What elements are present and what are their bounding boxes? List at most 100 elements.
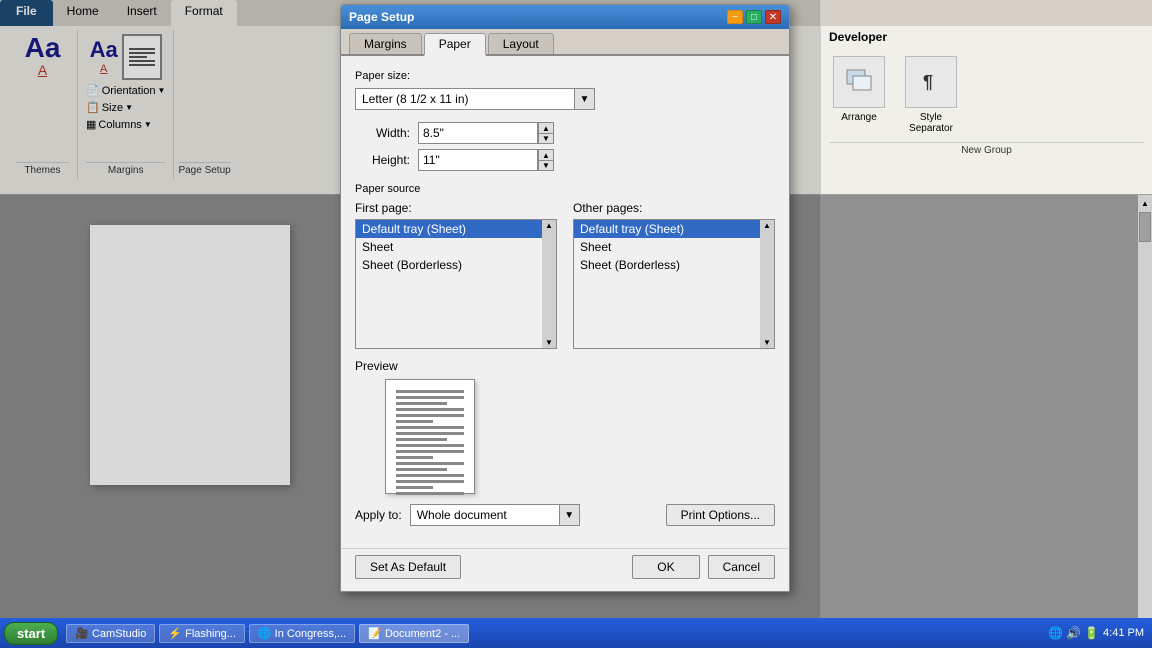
start-button[interactable]: start [4, 622, 58, 645]
cancel-button[interactable]: Cancel [708, 555, 775, 579]
first-scroll-down[interactable]: ▼ [542, 337, 556, 348]
preview-line-16 [396, 480, 464, 483]
preview-line-11 [396, 450, 464, 453]
other-page-item-2[interactable]: Sheet (Borderless) [574, 256, 760, 274]
style-separator-svg: ¶ [915, 66, 947, 98]
preview-page [385, 379, 475, 494]
height-spin-up[interactable]: ▲ [538, 149, 554, 160]
tray-volume-icon: 🔊 [1066, 626, 1081, 640]
height-input[interactable] [418, 149, 538, 171]
first-page-scrollbar[interactable]: ▲ ▼ [542, 220, 556, 348]
dialog-maximize-btn[interactable]: □ [746, 10, 762, 24]
tray-network-icon: 🌐 [1048, 626, 1063, 640]
height-spin-down[interactable]: ▼ [538, 160, 554, 171]
width-input[interactable] [418, 122, 538, 144]
preview-line-8 [396, 432, 464, 435]
style-separator-button[interactable]: ¶ Style Separator [901, 56, 961, 134]
taskbar-item-icon-3: 📝 [368, 628, 385, 640]
preview-line-12 [396, 456, 433, 459]
preview-line-7 [396, 426, 464, 429]
right-scroll-area: ▲ [820, 195, 1152, 618]
tab-layout[interactable]: Layout [488, 33, 554, 54]
page-setup-dialog: Page Setup − □ ✕ Margins Paper Layout Pa… [340, 4, 790, 592]
tab-paper[interactable]: Paper [424, 33, 486, 56]
first-page-list: Default tray (Sheet) Sheet Sheet (Border… [356, 220, 542, 348]
preview-line-1 [396, 390, 464, 393]
scroll-thumb[interactable] [1139, 212, 1151, 242]
taskbar-item-2[interactable]: 🌐 In Congress,... [249, 624, 355, 643]
preview-line-5 [396, 414, 464, 417]
apply-to-arrow[interactable]: ▼ [560, 504, 580, 526]
first-page-item-0[interactable]: Default tray (Sheet) [356, 220, 542, 238]
source-cols: First page: Default tray (Sheet) Sheet S… [355, 201, 775, 349]
tray-icons: 🌐 🔊 🔋 [1048, 626, 1099, 640]
preview-section: Preview [355, 359, 775, 494]
preview-line-18 [396, 492, 464, 495]
taskbar-item-1[interactable]: ⚡ Flashing... [159, 624, 245, 643]
dialog-controls: − □ ✕ [727, 10, 781, 24]
apply-to-select[interactable]: Whole document [410, 504, 560, 526]
dialog-titlebar: Page Setup − □ ✕ [341, 5, 789, 29]
other-pages-label: Other pages: [573, 201, 775, 215]
tab-margins[interactable]: Margins [349, 33, 422, 54]
preview-line-3 [396, 402, 447, 405]
taskbar-time: 4:41 PM [1103, 627, 1144, 639]
ok-button[interactable]: OK [632, 555, 699, 579]
taskbar: start 🎥 CamStudio ⚡ Flashing... 🌐 In Con… [0, 618, 1152, 648]
dialog-close-btn[interactable]: ✕ [765, 10, 781, 24]
taskbar-item-0[interactable]: 🎥 CamStudio [66, 624, 155, 643]
print-options-button[interactable]: Print Options... [666, 504, 775, 526]
taskbar-item-icon-2: 🌐 [258, 628, 275, 640]
other-pages-scrollbar[interactable]: ▲ ▼ [760, 220, 774, 348]
scroll-up-arrow[interactable]: ▲ [1141, 199, 1149, 208]
preview-line-17 [396, 486, 433, 489]
other-page-item-1[interactable]: Sheet [574, 238, 760, 256]
first-scroll-up[interactable]: ▲ [542, 220, 556, 231]
paper-size-section: Paper size: Letter (8 1/2 x 11 in) ▼ [355, 70, 775, 110]
dialog-footer-buttons: Set As Default OK Cancel [341, 548, 789, 591]
dialog-minimize-btn[interactable]: − [727, 10, 743, 24]
first-page-item-1[interactable]: Sheet [356, 238, 542, 256]
dialog-tabs: Margins Paper Layout [341, 29, 789, 56]
other-scroll-down[interactable]: ▼ [760, 337, 774, 348]
developer-tabs [821, 0, 1152, 26]
other-page-item-0[interactable]: Default tray (Sheet) [574, 220, 760, 238]
preview-label: Preview [355, 359, 775, 373]
preview-line-4 [396, 408, 464, 411]
first-page-item-2[interactable]: Sheet (Borderless) [356, 256, 542, 274]
taskbar-item-icon-1: ⚡ [168, 628, 185, 640]
arrange-label: Arrange [841, 112, 877, 123]
taskbar-items: 🎥 CamStudio ⚡ Flashing... 🌐 In Congress,… [66, 624, 1048, 643]
developer-title: Developer [829, 30, 887, 44]
preview-area [355, 379, 775, 494]
first-page-col: First page: Default tray (Sheet) Sheet S… [355, 201, 557, 349]
height-row: Height: ▲ ▼ [355, 149, 775, 171]
paper-size-arrow[interactable]: ▼ [575, 88, 595, 110]
first-page-label: First page: [355, 201, 557, 215]
developer-panel: Developer Arrange ¶ Style Separator New … [820, 0, 1152, 195]
preview-line-14 [396, 468, 447, 471]
first-page-list-wrapper: Default tray (Sheet) Sheet Sheet (Border… [355, 219, 557, 349]
other-pages-col: Other pages: Default tray (Sheet) Sheet … [573, 201, 775, 349]
set-as-default-button[interactable]: Set As Default [355, 555, 461, 579]
style-separator-label: Style Separator [901, 112, 961, 134]
dimensions-section: Width: ▲ ▼ Height: ▲ ▼ [355, 122, 775, 171]
arrange-button[interactable]: Arrange [829, 56, 889, 134]
apply-row: Apply to: Whole document ▼ Print Options… [355, 504, 775, 526]
preview-line-2 [396, 396, 464, 399]
other-scroll-up[interactable]: ▲ [760, 220, 774, 231]
right-scrollbar[interactable]: ▲ [1138, 195, 1152, 618]
paper-size-select[interactable]: Letter (8 1/2 x 11 in) [355, 88, 575, 110]
width-spin-up[interactable]: ▲ [538, 122, 554, 133]
preview-line-6 [396, 420, 433, 423]
developer-header: Developer [821, 26, 1152, 48]
preview-line-10 [396, 444, 464, 447]
taskbar-item-3[interactable]: 📝 Document2 - ... [359, 624, 469, 643]
preview-lines [392, 386, 468, 499]
dialog-body: Paper size: Letter (8 1/2 x 11 in) ▼ Wid… [341, 56, 789, 548]
width-spin-down[interactable]: ▼ [538, 133, 554, 144]
svg-text:¶: ¶ [923, 72, 933, 92]
dialog-title: Page Setup [349, 10, 414, 24]
width-row: Width: ▲ ▼ [355, 122, 775, 144]
style-separator-icon: ¶ [905, 56, 957, 108]
